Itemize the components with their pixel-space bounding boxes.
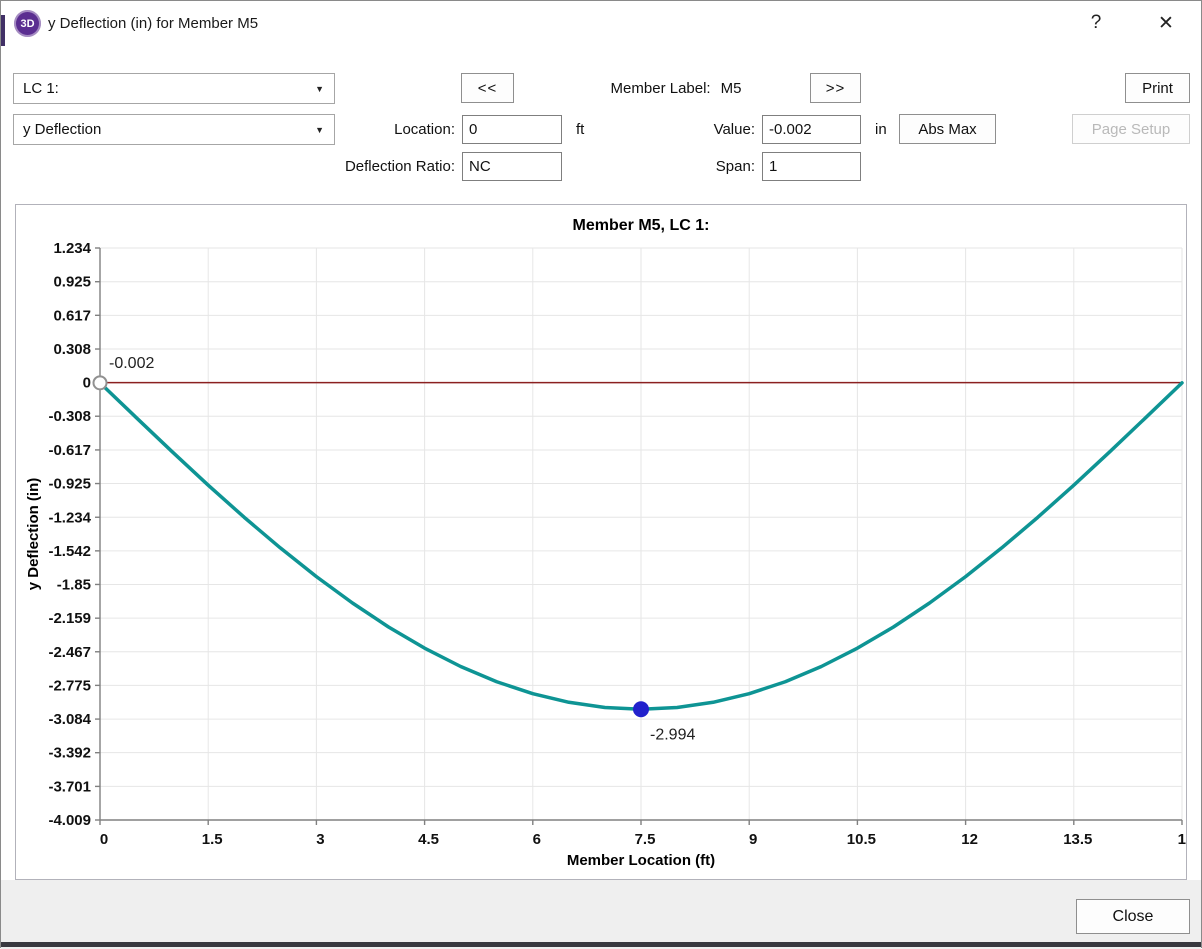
help-button[interactable]: ? [1073, 1, 1119, 45]
x-tick-label: 12 [961, 831, 978, 848]
result-type-dropdown[interactable]: y Deflection ▼ [13, 114, 335, 145]
x-tick-label: 7.5 [635, 831, 656, 848]
y-tick-label: 0.617 [53, 307, 91, 324]
y-tick-label: -1.234 [48, 509, 91, 526]
y-tick-label: -2.467 [48, 644, 91, 661]
member-label-value: M5 [721, 80, 742, 97]
y-tick-label: -1.85 [57, 576, 91, 593]
y-tick-label: -0.925 [48, 476, 91, 493]
x-tick-label: 0 [100, 831, 108, 848]
y-tick-label: -0.308 [48, 408, 91, 425]
x-tick-label: 10.5 [847, 831, 876, 848]
y-tick-label: 0.925 [53, 274, 91, 291]
window-close-button[interactable]: ✕ [1143, 1, 1189, 45]
value-input[interactable] [762, 115, 861, 144]
point-value-label: -2.994 [650, 726, 695, 743]
x-tick-label: 4.5 [418, 831, 439, 848]
chart-title: Member M5, LC 1: [573, 217, 710, 234]
deflection-dialog: 3D y Deflection (in) for Member M5 ? ✕ L… [0, 0, 1202, 948]
y-tick-label: 0 [83, 375, 91, 392]
close-button[interactable]: Close [1076, 899, 1190, 934]
result-type-value: y Deflection [23, 121, 101, 138]
abs-max-button[interactable]: Abs Max [899, 114, 996, 144]
span-label: Span: [641, 153, 755, 181]
start-point-marker [94, 376, 107, 389]
y-tick-label: -2.159 [48, 610, 91, 627]
y-tick-label: -3.084 [48, 711, 91, 728]
previous-member-button[interactable]: << [461, 73, 514, 103]
page-setup-button: Page Setup [1072, 114, 1190, 144]
point-value-label: -0.002 [109, 355, 154, 372]
background-window-sliver-bottom [1, 942, 1201, 947]
risa-3d-logo-icon: 3D [14, 10, 41, 37]
title-bar: 3D y Deflection (in) for Member M5 ? ✕ [1, 1, 1201, 46]
member-label-row: Member Label: M5 [561, 73, 791, 103]
deflection-chart-panel[interactable]: 1.234 0.925 0.617 0.308 0 -0.308 -0.617 -0.925 -… [15, 204, 1187, 880]
x-tick-label: 3 [316, 831, 324, 848]
y-tick-label: -2.775 [48, 677, 91, 694]
location-unit-label: ft [576, 116, 584, 144]
load-combination-dropdown[interactable]: LC 1: ▼ [13, 73, 335, 104]
y-tick-label: -3.392 [48, 745, 91, 762]
location-label: Location: [341, 116, 455, 144]
y-tick-label: 1.234 [53, 240, 91, 257]
next-member-button[interactable]: >> [810, 73, 861, 103]
y-tick-label: -3.701 [48, 778, 91, 795]
load-combination-value: LC 1: [23, 80, 59, 97]
controls-panel: LC 1: ▼ y Deflection ▼ << Member Label: … [1, 46, 1201, 204]
x-tick-label: 13.5 [1063, 831, 1092, 848]
x-tick-label: 1.5 [202, 831, 223, 848]
chevron-down-icon: ▼ [315, 125, 324, 135]
value-label: Value: [641, 116, 755, 144]
location-input[interactable] [462, 115, 562, 144]
x-tick-label: 6 [533, 831, 541, 848]
deflection-chart[interactable]: 1.234 0.925 0.617 0.308 0 -0.308 -0.617 -0.925 -… [16, 205, 1186, 879]
dialog-footer: Close [1, 880, 1201, 949]
y-tick-label: 0.308 [53, 341, 91, 358]
deflection-ratio-input[interactable] [462, 152, 562, 181]
member-label-caption: Member Label: [611, 80, 711, 97]
y-tick-label: -1.542 [48, 543, 91, 560]
span-input[interactable] [762, 152, 861, 181]
value-unit-label: in [875, 116, 887, 144]
y-axis-title: y Deflection (in) [25, 478, 42, 591]
x-axis-title: Member Location (ft) [567, 852, 715, 869]
print-button[interactable]: Print [1125, 73, 1190, 103]
y-tick-label: -4.009 [48, 812, 91, 829]
x-tick-label: 9 [749, 831, 757, 848]
y-tick-label: -0.617 [48, 442, 91, 459]
deflection-ratio-label: Deflection Ratio: [301, 153, 455, 181]
chevron-down-icon: ▼ [315, 84, 324, 94]
x-tick-label: 15 [1178, 831, 1186, 848]
max-deflection-marker [633, 701, 649, 717]
window-title: y Deflection (in) for Member M5 [48, 1, 258, 46]
